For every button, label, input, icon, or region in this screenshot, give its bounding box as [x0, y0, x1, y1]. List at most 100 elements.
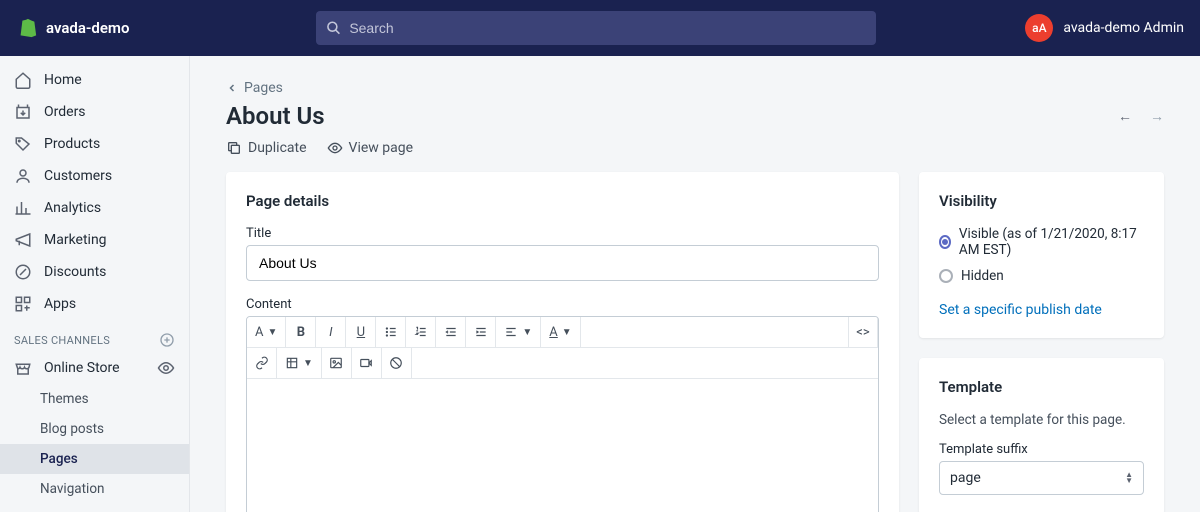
sidebar-item-products[interactable]: Products: [0, 128, 189, 160]
duplicate-icon: [226, 140, 242, 156]
radio-icon: [939, 269, 953, 283]
marketing-icon: [14, 231, 32, 249]
sales-channels-header: SALES CHANNELS: [0, 320, 189, 352]
store-logo[interactable]: avada-demo: [16, 17, 316, 39]
table-button[interactable]: ▼: [277, 348, 322, 378]
page-nav-arrows: ← →: [1118, 108, 1164, 125]
prev-page-button[interactable]: ←: [1118, 108, 1132, 125]
title-input[interactable]: [246, 245, 879, 281]
number-list-icon: [414, 325, 428, 339]
discounts-icon: [14, 263, 32, 281]
sidebar-sub-blog-posts[interactable]: Blog posts: [0, 414, 189, 444]
image-button[interactable]: [322, 348, 352, 378]
chevron-left-icon: [226, 82, 238, 94]
align-button[interactable]: ▼: [496, 317, 541, 347]
template-suffix-label: Template suffix: [939, 442, 1144, 457]
sidebar-label: Home: [44, 72, 82, 88]
duplicate-button[interactable]: Duplicate: [226, 140, 307, 156]
content-label: Content: [246, 297, 879, 312]
next-page-button[interactable]: →: [1150, 108, 1164, 125]
publish-date-link[interactable]: Set a specific publish date: [939, 302, 1102, 318]
sidebar-label: Blog posts: [40, 421, 104, 437]
content-editor: A▼ B I U ▼ A▼: [246, 316, 879, 512]
template-card: Template Select a template for this page…: [919, 358, 1164, 512]
radio-label: Hidden: [961, 268, 1004, 284]
user-menu[interactable]: aA avada-demo Admin: [1025, 14, 1184, 42]
title-label: Title: [246, 226, 879, 241]
sidebar-label: Orders: [44, 104, 86, 120]
select-value: page: [950, 470, 981, 486]
outdent-button[interactable]: [436, 317, 466, 347]
store-name: avada-demo: [46, 19, 129, 37]
image-icon: [329, 356, 343, 370]
sidebar-label: Online Store: [44, 360, 120, 376]
underline-button[interactable]: U: [346, 317, 376, 347]
sidebar-item-customers[interactable]: Customers: [0, 160, 189, 192]
clear-format-button[interactable]: [382, 348, 412, 378]
template-select[interactable]: page ▲▼: [939, 461, 1144, 495]
channels-label: SALES CHANNELS: [14, 334, 110, 347]
bullet-list-button[interactable]: [376, 317, 406, 347]
align-icon: [504, 325, 518, 339]
bold-button[interactable]: B: [286, 317, 316, 347]
editor-textarea[interactable]: [247, 379, 878, 512]
sidebar-item-analytics[interactable]: Analytics: [0, 192, 189, 224]
sidebar-item-orders[interactable]: Orders: [0, 96, 189, 128]
search-field[interactable]: [349, 20, 866, 36]
italic-button[interactable]: I: [316, 317, 346, 347]
font-style-button[interactable]: A▼: [247, 317, 286, 347]
sidebar-item-online-store[interactable]: Online Store: [0, 352, 189, 384]
sidebar-label: Pages: [40, 451, 78, 467]
video-icon: [359, 356, 373, 370]
visibility-visible-radio[interactable]: Visible (as of 1/21/2020, 8:17 AM EST): [939, 226, 1144, 258]
avatar: aA: [1025, 14, 1053, 42]
add-channel-icon[interactable]: [159, 332, 175, 348]
template-help: Select a template for this page.: [939, 412, 1144, 428]
analytics-icon: [14, 199, 32, 217]
sidebar-item-discounts[interactable]: Discounts: [0, 256, 189, 288]
indent-icon: [474, 325, 488, 339]
sidebar-label: Apps: [44, 296, 76, 312]
customers-icon: [14, 167, 32, 185]
card-title: Template: [939, 378, 1144, 396]
visibility-hidden-radio[interactable]: Hidden: [939, 268, 1144, 284]
font-label: A: [255, 325, 263, 340]
back-button[interactable]: Pages: [226, 80, 1164, 96]
eye-icon: [327, 140, 343, 156]
clear-icon: [389, 356, 403, 370]
home-icon: [14, 71, 32, 89]
link-button[interactable]: [247, 348, 277, 378]
indent-button[interactable]: [466, 317, 496, 347]
sidebar-sub-domains[interactable]: Domains: [0, 504, 189, 512]
page-title: About Us: [226, 102, 325, 130]
top-bar: avada-demo aA avada-demo Admin: [0, 0, 1200, 56]
sidebar-label: Products: [44, 136, 100, 152]
sidebar-label: Analytics: [44, 200, 101, 216]
radio-icon: [939, 235, 951, 249]
search-input[interactable]: [316, 11, 876, 45]
sidebar-item-apps[interactable]: Apps: [0, 288, 189, 320]
sidebar-label: Discounts: [44, 264, 106, 280]
sidebar-label: Marketing: [44, 232, 107, 248]
sidebar-item-home[interactable]: Home: [0, 64, 189, 96]
view-page-button[interactable]: View page: [327, 140, 414, 156]
user-label: avada-demo Admin: [1063, 20, 1184, 36]
card-title: Visibility: [939, 192, 1144, 210]
color-button[interactable]: A▼: [541, 317, 580, 347]
orders-icon: [14, 103, 32, 121]
video-button[interactable]: [352, 348, 382, 378]
apps-icon: [14, 295, 32, 313]
sidebar-item-marketing[interactable]: Marketing: [0, 224, 189, 256]
sidebar-sub-navigation[interactable]: Navigation: [0, 474, 189, 504]
table-icon: [285, 356, 299, 370]
eye-icon[interactable]: [157, 359, 175, 377]
store-icon: [14, 359, 32, 377]
visibility-card: Visibility Visible (as of 1/21/2020, 8:1…: [919, 172, 1164, 338]
sidebar-sub-themes[interactable]: Themes: [0, 384, 189, 414]
main-content: Pages About Us ← → Duplicate View page: [190, 56, 1200, 512]
sidebar-sub-pages[interactable]: Pages: [0, 444, 189, 474]
bullet-list-icon: [384, 325, 398, 339]
number-list-button[interactable]: [406, 317, 436, 347]
select-arrows-icon: ▲▼: [1125, 472, 1133, 484]
html-button[interactable]: <>: [848, 317, 878, 347]
